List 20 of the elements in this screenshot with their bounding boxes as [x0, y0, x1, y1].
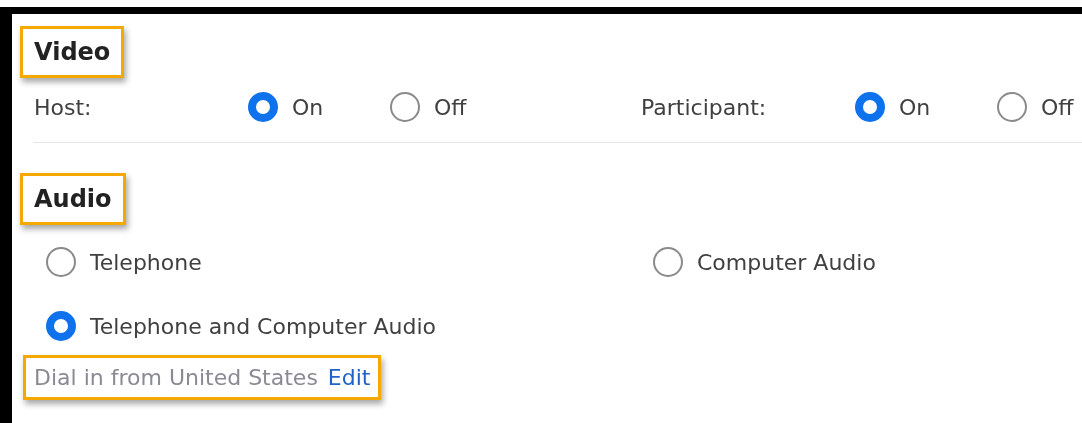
option-label: Computer Audio: [697, 248, 876, 277]
radio-button[interactable]: [855, 92, 885, 122]
edit-link[interactable]: Edit: [327, 361, 371, 394]
option-label: Telephone: [90, 248, 202, 277]
field-label: Host:: [34, 93, 93, 122]
option-label: Off: [434, 93, 467, 122]
radio-button[interactable]: [46, 311, 76, 341]
option-label: On: [899, 93, 931, 122]
radio-button[interactable]: [248, 92, 278, 122]
radio-button[interactable]: [46, 247, 76, 277]
radio-button[interactable]: [390, 92, 420, 122]
option-label: Off: [1041, 93, 1074, 122]
option-label: On: [292, 93, 324, 122]
option-label: Telephone and Computer Audio: [90, 312, 436, 341]
radio-button[interactable]: [653, 247, 683, 277]
field-label: Participant:: [641, 93, 768, 122]
radio-button[interactable]: [997, 92, 1027, 122]
dial-in-text: Dial in from United States: [34, 364, 318, 392]
section-title: Audio: [20, 173, 126, 225]
section-title: Video: [20, 26, 125, 78]
